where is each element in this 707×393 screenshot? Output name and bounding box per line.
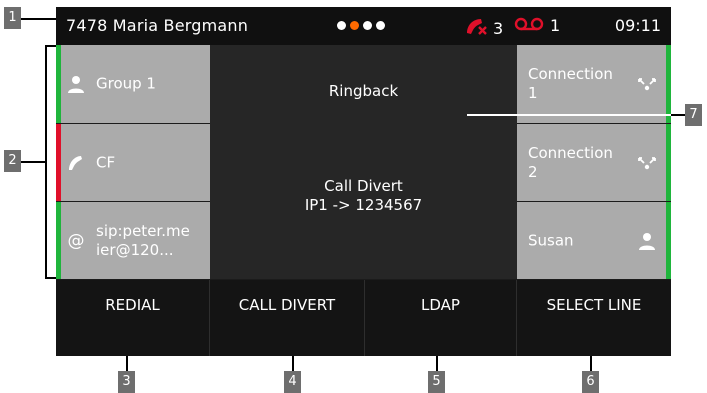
function-key-label: sip:peter.me ier@120... <box>96 221 190 259</box>
function-key-cf[interactable]: CF <box>56 124 210 201</box>
softkey-call-divert[interactable]: CALL DIVERT <box>210 280 365 356</box>
function-key-connection-1[interactable]: Connection 1 <box>517 45 671 123</box>
ringback-text: Ringback <box>328 82 399 100</box>
clock: 09:11 <box>614 16 661 35</box>
callout-2: 2 <box>4 150 21 172</box>
page-dot <box>363 21 372 30</box>
softkey-redial[interactable]: REDIAL <box>56 280 210 356</box>
status-bar-green <box>666 45 671 123</box>
callout-bracket-2-bottom <box>45 277 56 279</box>
status-bar-green <box>666 124 671 201</box>
callout-6: 6 <box>582 371 599 393</box>
function-key-label: CF <box>96 153 116 171</box>
connection-icon <box>637 74 657 94</box>
handset-icon <box>66 153 86 173</box>
function-key-label: Group 1 <box>96 74 156 93</box>
at-icon: @ <box>67 230 85 251</box>
missed-calls-indicator[interactable]: 3 <box>464 16 503 40</box>
person-icon <box>637 231 657 251</box>
page-dot <box>376 21 385 30</box>
callout-bracket-2 <box>45 45 47 279</box>
status-bar-green <box>56 202 61 279</box>
call-divert-title: Call Divert <box>324 177 403 195</box>
softkey-select-line[interactable]: SELECT LINE <box>517 280 671 356</box>
callout-line-6 <box>590 356 592 371</box>
callout-line-4 <box>292 356 294 371</box>
callout-1: 1 <box>4 7 21 29</box>
callout-bracket-2-top <box>45 45 56 47</box>
callout-line-7 <box>467 114 685 116</box>
function-key-connection-2[interactable]: Connection 2 <box>517 124 671 201</box>
softkey-ldap[interactable]: LDAP <box>365 280 517 356</box>
voicemail-indicator[interactable]: 1 <box>514 16 560 35</box>
callout-3: 3 <box>118 371 135 393</box>
callout-line-3 <box>126 356 128 371</box>
status-bar: 7478 Maria Bergmann 3 1 09:11 <box>56 7 671 45</box>
missed-call-icon <box>464 16 490 40</box>
voicemail-icon <box>514 16 544 35</box>
function-key-label: Connection 2 <box>528 143 613 181</box>
person-icon <box>66 74 86 94</box>
call-divert-info: Call Divert IP1 -> 1234567 <box>210 177 517 215</box>
call-info-area: Ringback Call Divert IP1 -> 1234567 <box>210 45 517 279</box>
status-bar-green <box>666 202 671 279</box>
status-bar-red <box>56 124 61 201</box>
missed-calls-count: 3 <box>493 18 504 38</box>
callout-line-1 <box>21 18 56 20</box>
callout-7: 7 <box>685 104 702 126</box>
callout-5: 5 <box>428 371 445 393</box>
function-key-label: Connection 1 <box>528 65 613 102</box>
function-key-group-1[interactable]: Group 1 <box>56 45 210 123</box>
function-key-label: Susan <box>528 231 574 249</box>
voicemail-count: 1 <box>550 16 561 35</box>
status-bar-green <box>56 45 61 123</box>
caller-name: 7478 Maria Bergmann <box>66 16 249 35</box>
callout-line-5 <box>436 356 438 371</box>
callout-4: 4 <box>284 371 301 393</box>
page-dot <box>337 21 346 30</box>
call-divert-detail: IP1 -> 1234567 <box>304 196 423 214</box>
function-key-sip[interactable]: @ sip:peter.me ier@120... <box>56 202 210 279</box>
function-key-susan[interactable]: Susan <box>517 202 671 279</box>
callout-line-2 <box>21 161 45 163</box>
page-dot-active <box>350 21 359 30</box>
softkey-bar: REDIAL CALL DIVERT LDAP SELECT LINE <box>56 280 671 356</box>
callout-line-7-outer <box>671 114 685 116</box>
connection-icon <box>637 153 657 173</box>
page-indicator <box>337 21 385 30</box>
